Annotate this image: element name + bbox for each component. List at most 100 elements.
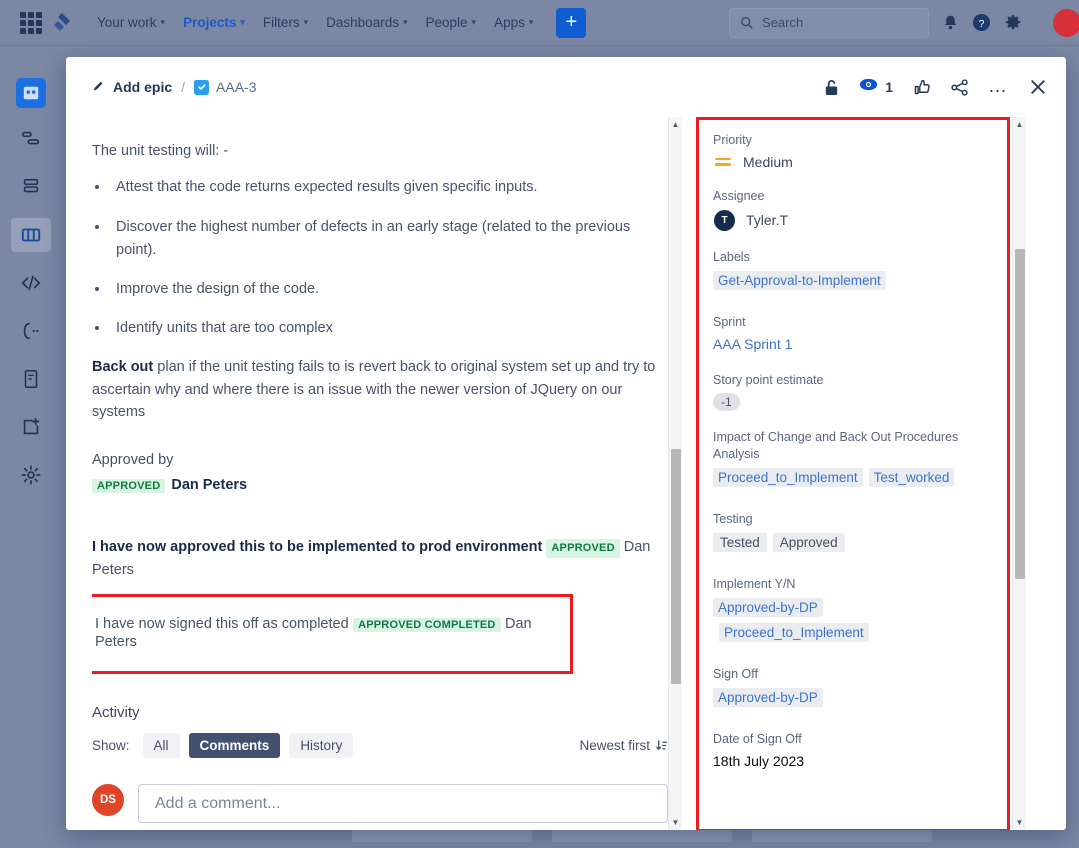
tab-all[interactable]: All (143, 733, 180, 758)
share-icon[interactable] (950, 78, 969, 97)
comment-input[interactable]: Add a comment... (138, 784, 668, 823)
sidebar-item-releases[interactable] (11, 314, 51, 348)
tab-comments[interactable]: Comments (189, 733, 281, 758)
field-sign-off: Sign Off Approved-by-DP (713, 666, 991, 713)
field-label: Priority (713, 132, 991, 149)
sort-descending-icon (655, 739, 668, 752)
sidebar-item-pages[interactable] (11, 362, 51, 396)
details-fields: Priority Medium Assignee T Tyler.T (699, 120, 1007, 771)
scroll-down-arrow[interactable]: ▼ (672, 815, 680, 830)
issue-details-column: Priority Medium Assignee T Tyler.T (696, 117, 1026, 830)
settings-gear-icon[interactable] (1004, 14, 1022, 32)
issue-detail-modal: Add epic / AAA-3 (66, 57, 1066, 830)
search-icon (740, 16, 754, 30)
pencil-icon (92, 80, 106, 94)
sort-order-toggle[interactable]: Newest first (579, 738, 668, 753)
implement-pill[interactable]: Proceed_to_Implement (719, 623, 869, 642)
sprint-link[interactable]: AAA Sprint 1 (713, 336, 792, 352)
nav-filters[interactable]: Filters ▾ (254, 9, 317, 36)
unlock-icon[interactable] (823, 78, 840, 97)
sidebar-item-roadmap[interactable] (11, 122, 51, 156)
more-actions-icon[interactable]: … (988, 83, 1009, 91)
field-testing: Testing Tested Approved (713, 511, 991, 558)
sign-off-pill[interactable]: Approved-by-DP (713, 688, 823, 707)
add-epic-button[interactable]: Add epic (92, 79, 172, 95)
project-settings-icon (20, 464, 42, 486)
backout-text: plan if the unit testing fails to is rev… (92, 359, 655, 420)
field-label: Testing (713, 511, 991, 528)
activity-filter-row: Show: All Comments History Newest first (92, 733, 668, 758)
jira-app-window: Your work ▾ Projects ▾ Filters ▾ Dashboa… (0, 0, 1079, 848)
sidebar-item-code[interactable] (11, 266, 51, 300)
approval-statement-2-text: I have now signed this off as completed (95, 616, 349, 632)
chevron-down-icon: ▾ (472, 17, 477, 28)
top-navigation-bar: Your work ▾ Projects ▾ Filters ▾ Dashboa… (0, 0, 1079, 46)
nav-projects[interactable]: Projects ▾ (174, 9, 254, 36)
backout-paragraph: Back out plan if the unit testing fails … (92, 356, 668, 423)
highlight-box-details-panel: Priority Medium Assignee T Tyler.T (696, 117, 1010, 830)
sidebar-item-project-avatar[interactable] (16, 78, 46, 108)
story-point-value[interactable]: -1 (713, 393, 740, 411)
list-item: Attest that the code returns expected re… (110, 176, 668, 199)
scrollbar-thumb[interactable] (671, 449, 681, 684)
nav-dashboards[interactable]: Dashboards ▾ (317, 9, 416, 36)
content-scrollbar[interactable]: ▲ ▼ (668, 117, 682, 830)
status-badge: APPROVED (546, 539, 619, 559)
priority-value-row[interactable]: Medium (713, 154, 991, 170)
sidebar-item-board[interactable] (11, 218, 51, 252)
issue-key-link[interactable]: AAA-3 (194, 79, 256, 95)
list-item: Identify units that are too complex (110, 317, 668, 340)
date-of-sign-off-value[interactable]: 18th July 2023 (713, 753, 804, 769)
approved-by-label: Approved by (92, 452, 668, 468)
jira-logo-icon[interactable] (50, 11, 74, 35)
field-label: Story point estimate (713, 372, 991, 389)
sidebar-item-project-settings[interactable] (11, 458, 51, 492)
nav-projects-label: Projects (183, 15, 236, 30)
roadmap-icon (20, 128, 42, 150)
scroll-up-arrow[interactable]: ▲ (672, 117, 680, 132)
chevron-down-icon: ▾ (403, 17, 408, 28)
app-switcher-icon[interactable] (20, 12, 42, 34)
scroll-up-arrow[interactable]: ▲ (1016, 117, 1024, 132)
tab-history[interactable]: History (289, 733, 353, 758)
label-pill[interactable]: Get-Approval-to-Implement (713, 271, 886, 290)
breadcrumb-separator: / (181, 79, 185, 95)
issue-description-scroll-area[interactable]: The unit testing will: - Attest that the… (92, 117, 682, 830)
nav-apps[interactable]: Apps ▾ (485, 9, 542, 36)
testing-pill[interactable]: Tested (713, 533, 767, 552)
scroll-down-arrow[interactable]: ▼ (1016, 815, 1024, 830)
priority-medium-icon (715, 156, 731, 168)
approval-statement-1-text: I have now approved this to be implement… (92, 539, 542, 555)
nav-people[interactable]: People ▾ (416, 9, 485, 36)
profile-avatar[interactable] (1053, 9, 1079, 37)
watch-button[interactable]: 1 (859, 77, 893, 97)
nav-dashboards-label: Dashboards (326, 15, 399, 30)
search-input[interactable]: Search (729, 8, 929, 38)
sidebar-item-add-shortcut[interactable] (11, 410, 51, 444)
highlight-box-signoff: I have now signed this off as completed … (92, 594, 573, 674)
scrollbar-thumb[interactable] (1015, 249, 1025, 579)
assignee-name: Tyler.T (746, 212, 788, 228)
releases-icon (20, 320, 42, 342)
implement-pill[interactable]: Approved-by-DP (713, 598, 823, 617)
approval-statement-1: I have now approved this to be implement… (92, 536, 668, 582)
code-icon (20, 272, 42, 294)
impact-pill[interactable]: Test_worked (869, 468, 955, 487)
sidebar-item-backlog[interactable] (11, 170, 51, 204)
task-type-icon (194, 80, 209, 95)
add-epic-label: Add epic (113, 79, 172, 95)
details-scrollbar[interactable]: ▲ ▼ (1012, 117, 1026, 830)
thumbs-up-icon[interactable] (912, 78, 931, 97)
svg-text:?: ? (979, 19, 985, 30)
project-sidebar (0, 46, 62, 848)
testing-pill[interactable]: Approved (773, 533, 845, 552)
field-impact-analysis: Impact of Change and Back Out Procedures… (713, 429, 991, 493)
create-button[interactable]: + (556, 8, 586, 38)
field-sprint: Sprint AAA Sprint 1 (713, 314, 991, 354)
help-icon[interactable]: ? (972, 13, 991, 32)
assignee-value-row[interactable]: T Tyler.T (713, 210, 991, 231)
nav-your-work[interactable]: Your work ▾ (88, 9, 174, 36)
impact-pill[interactable]: Proceed_to_Implement (713, 468, 863, 487)
close-icon[interactable] (1028, 77, 1048, 97)
notifications-bell-icon[interactable] (942, 14, 959, 31)
